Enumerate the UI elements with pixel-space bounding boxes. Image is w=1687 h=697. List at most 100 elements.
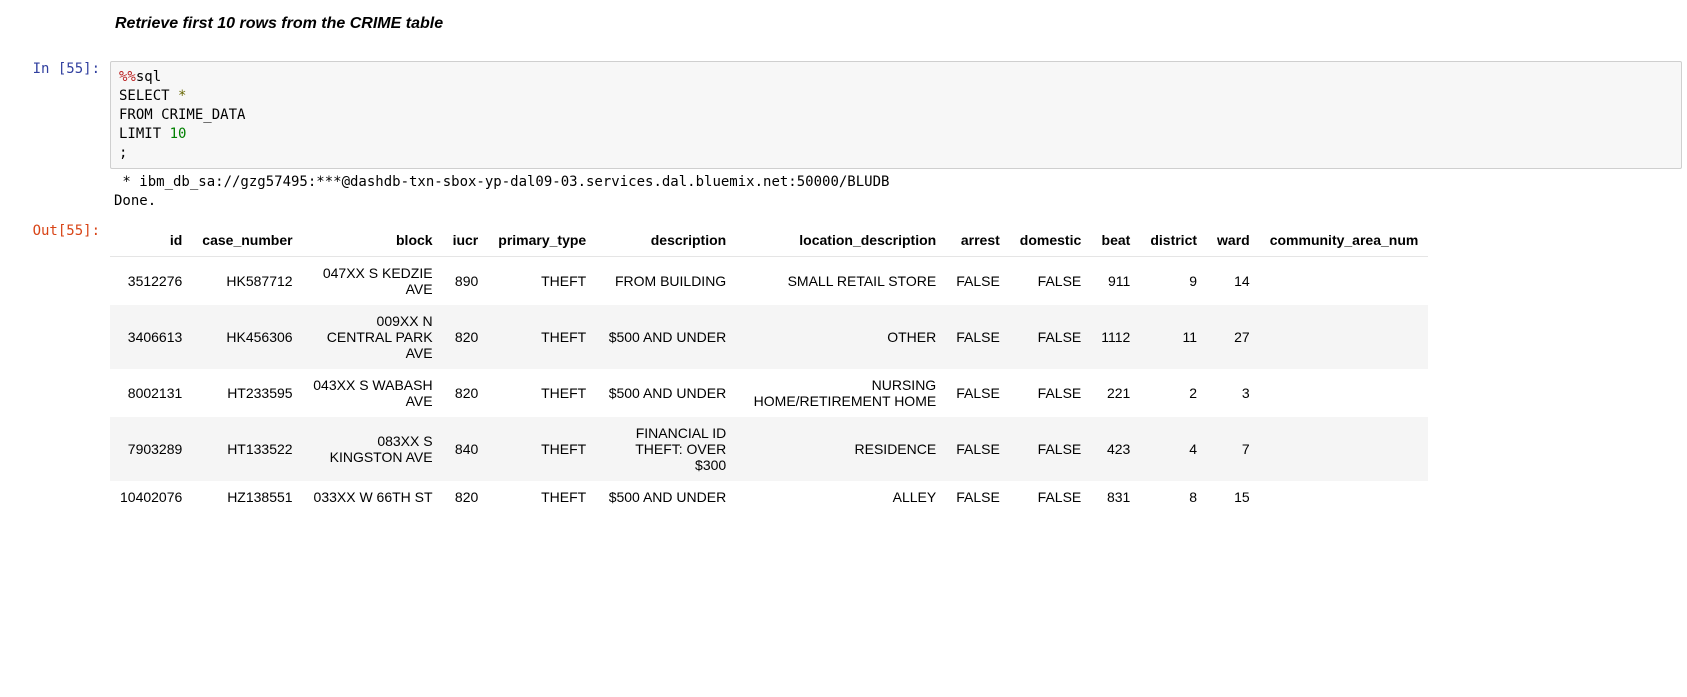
table-body: 3512276HK587712047XX S KEDZIE AVE890THEF… [110, 257, 1428, 514]
cell-block: 043XX S WABASH AVE [303, 369, 443, 417]
cell-domestic: FALSE [1010, 481, 1091, 513]
cell-district: 9 [1140, 257, 1207, 306]
cell-arrest: FALSE [946, 417, 1010, 481]
cell-iucr: 890 [443, 257, 489, 306]
output-cell: Out[55]: id case_number block iucr prima… [0, 218, 1687, 518]
cell-block: 009XX N CENTRAL PARK AVE [303, 305, 443, 369]
cell-domestic: FALSE [1010, 305, 1091, 369]
cell-description: $500 AND UNDER [596, 369, 736, 417]
cell-location_description: OTHER [736, 305, 946, 369]
cell-community_area_num [1260, 305, 1429, 369]
cell-primary_type: THEFT [488, 481, 596, 513]
input-prompt: In [55]: [0, 56, 105, 218]
cell-community_area_num [1260, 481, 1429, 513]
cell-district: 2 [1140, 369, 1207, 417]
cell-location_description: ALLEY [736, 481, 946, 513]
cell-id: 10402076 [110, 481, 192, 513]
markdown-heading: Retrieve first 10 rows from the CRIME ta… [110, 5, 1682, 51]
cell-district: 4 [1140, 417, 1207, 481]
th-district: district [1140, 224, 1207, 257]
code-line-4: ; [119, 145, 127, 161]
code-magic-name: sql [136, 69, 161, 85]
cell-case_number: HK587712 [192, 257, 302, 306]
cell-primary_type: THEFT [488, 417, 596, 481]
markdown-cell: Retrieve first 10 rows from the CRIME ta… [0, 0, 1687, 56]
th-description: description [596, 224, 736, 257]
code-input-cell: In [55]: %%sql SELECT * FROM CRIME_DATA … [0, 56, 1687, 218]
cell-id: 7903289 [110, 417, 192, 481]
code-line-3b: 10 [170, 126, 187, 142]
code-line-1a: SELECT [119, 88, 178, 104]
cell-location_description: RESIDENCE [736, 417, 946, 481]
table-row: 3406613HK456306009XX N CENTRAL PARK AVE8… [110, 305, 1428, 369]
output-prompt: Out[55]: [0, 218, 105, 518]
cell-case_number: HK456306 [192, 305, 302, 369]
cell-primary_type: THEFT [488, 305, 596, 369]
th-beat: beat [1091, 224, 1140, 257]
cell-location_description: NURSING HOME/RETIREMENT HOME [736, 369, 946, 417]
cell-ward: 27 [1207, 305, 1260, 369]
cell-primary_type: THEFT [488, 369, 596, 417]
cell-case_number: HT133522 [192, 417, 302, 481]
th-domestic: domestic [1010, 224, 1091, 257]
th-arrest: arrest [946, 224, 1010, 257]
cell-location_description: SMALL RETAIL STORE [736, 257, 946, 306]
cell-iucr: 820 [443, 305, 489, 369]
cell-beat: 831 [1091, 481, 1140, 513]
cell-domestic: FALSE [1010, 257, 1091, 306]
cell-arrest: FALSE [946, 257, 1010, 306]
cell-block: 083XX S KINGSTON AVE [303, 417, 443, 481]
cell-district: 11 [1140, 305, 1207, 369]
cell-description: $500 AND UNDER [596, 481, 736, 513]
result-table: id case_number block iucr primary_type d… [110, 224, 1428, 513]
cell-iucr: 820 [443, 481, 489, 513]
table-row: 10402076HZ138551033XX W 66TH ST820THEFT$… [110, 481, 1428, 513]
code-line-1b: * [178, 88, 186, 104]
cell-primary_type: THEFT [488, 257, 596, 306]
cell-case_number: HT233595 [192, 369, 302, 417]
cell-community_area_num [1260, 417, 1429, 481]
cell-ward: 7 [1207, 417, 1260, 481]
cell-description: FINANCIAL ID THEFT: OVER $300 [596, 417, 736, 481]
cell-beat: 911 [1091, 257, 1140, 306]
cell-ward: 15 [1207, 481, 1260, 513]
cell-case_number: HZ138551 [192, 481, 302, 513]
code-line-3a: LIMIT [119, 126, 170, 142]
th-location-description: location_description [736, 224, 946, 257]
th-block: block [303, 224, 443, 257]
cell-arrest: FALSE [946, 369, 1010, 417]
cell-description: FROM BUILDING [596, 257, 736, 306]
cell-id: 3406613 [110, 305, 192, 369]
table-row: 7903289HT133522083XX S KINGSTON AVE840TH… [110, 417, 1428, 481]
cell-id: 8002131 [110, 369, 192, 417]
cell-beat: 423 [1091, 417, 1140, 481]
cell-ward: 14 [1207, 257, 1260, 306]
cell-description: $500 AND UNDER [596, 305, 736, 369]
cell-community_area_num [1260, 369, 1429, 417]
cell-block: 047XX S KEDZIE AVE [303, 257, 443, 306]
stream-output: * ibm_db_sa://gzg57495:***@dashdb-txn-sb… [110, 169, 1682, 213]
th-primary-type: primary_type [488, 224, 596, 257]
cell-ward: 3 [1207, 369, 1260, 417]
table-row: 8002131HT233595043XX S WABASH AVE820THEF… [110, 369, 1428, 417]
cell-beat: 221 [1091, 369, 1140, 417]
cell-arrest: FALSE [946, 481, 1010, 513]
cell-arrest: FALSE [946, 305, 1010, 369]
cell-district: 8 [1140, 481, 1207, 513]
th-community-area: community_area_num [1260, 224, 1429, 257]
cell-iucr: 820 [443, 369, 489, 417]
table-header-row: id case_number block iucr primary_type d… [110, 224, 1428, 257]
code-editor[interactable]: %%sql SELECT * FROM CRIME_DATA LIMIT 10 … [110, 61, 1682, 169]
cell-domestic: FALSE [1010, 417, 1091, 481]
cell-community_area_num [1260, 257, 1429, 306]
cell-iucr: 840 [443, 417, 489, 481]
th-id: id [110, 224, 192, 257]
th-iucr: iucr [443, 224, 489, 257]
cell-block: 033XX W 66TH ST [303, 481, 443, 513]
code-magic: %% [119, 69, 136, 85]
cell-beat: 1112 [1091, 305, 1140, 369]
th-case-number: case_number [192, 224, 302, 257]
cell-domestic: FALSE [1010, 369, 1091, 417]
cell-id: 3512276 [110, 257, 192, 306]
th-ward: ward [1207, 224, 1260, 257]
